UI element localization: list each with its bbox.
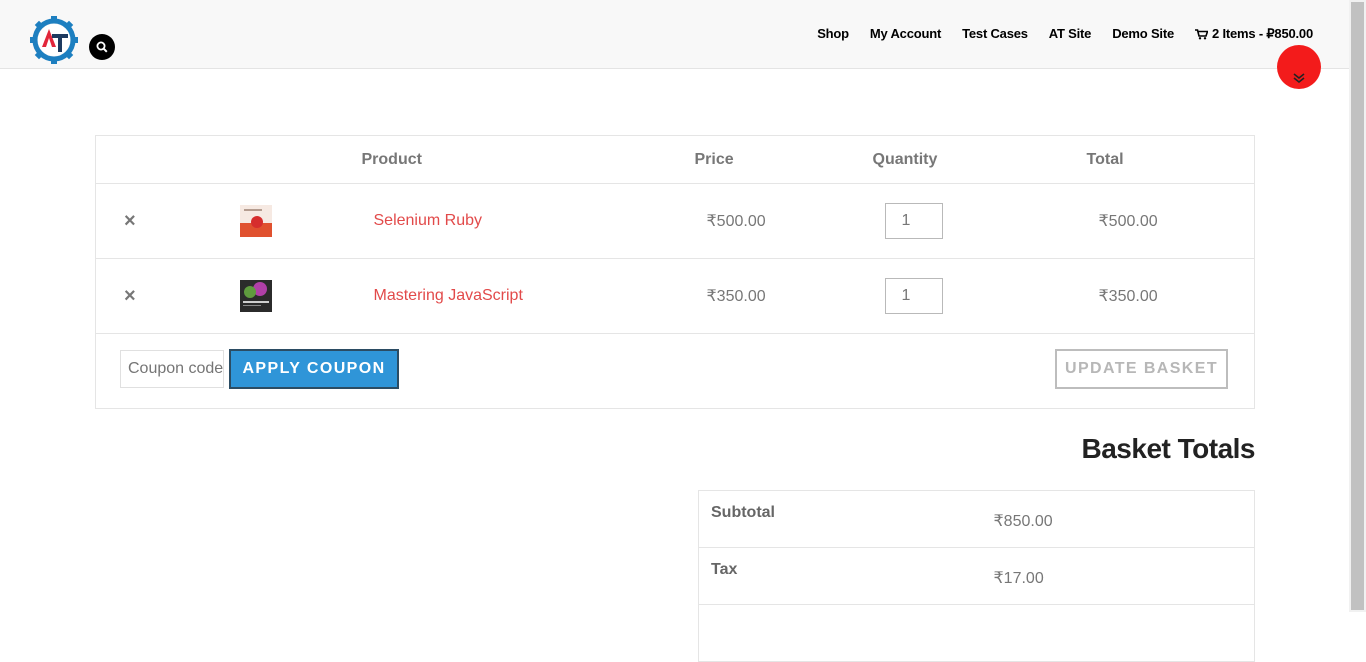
totals-row-subtotal: Subtotal ₹850.00 <box>698 490 1255 548</box>
nav-cart[interactable]: 2 Items - ₽850.00 <box>1195 26 1313 42</box>
col-product: Product <box>361 135 695 184</box>
site-logo[interactable] <box>28 14 80 66</box>
tax-label: Tax <box>698 547 994 605</box>
cart-header-row: Product Price Quantity Total <box>95 135 1255 184</box>
vertical-scrollbar[interactable] <box>1349 0 1366 612</box>
col-price: Price <box>694 135 873 184</box>
totals-row-next <box>698 604 1255 662</box>
quantity-input[interactable] <box>884 278 943 314</box>
nav-my-account[interactable]: My Account <box>870 26 941 42</box>
subtotal-label: Subtotal <box>698 490 994 548</box>
cart-summary: 2 Items - ₽850.00 <box>1212 26 1313 41</box>
basket-totals-table: Subtotal ₹850.00 Tax ₹17.00 <box>698 490 1255 662</box>
remove-item-button[interactable]: × <box>96 210 136 233</box>
col-thumbnail <box>225 135 362 184</box>
product-link[interactable]: Mastering JavaScript <box>374 287 523 304</box>
nav-shop[interactable]: Shop <box>817 26 849 42</box>
product-link[interactable]: Selenium Ruby <box>374 212 483 229</box>
update-basket-button[interactable]: UPDATE BASKET <box>1055 349 1228 389</box>
nav-demo-site[interactable]: Demo Site <box>1112 26 1174 42</box>
item-total: ₹500.00 <box>1086 183 1255 259</box>
search-icon <box>96 41 108 53</box>
nav-test-cases[interactable]: Test Cases <box>962 26 1028 42</box>
totals-row-tax: Tax ₹17.00 <box>698 547 1255 605</box>
col-total: Total <box>1086 135 1255 184</box>
site-header: Shop My Account Test Cases AT Site Demo … <box>0 0 1349 69</box>
tax-value: ₹17.00 <box>993 547 1255 605</box>
main-nav: Shop My Account Test Cases AT Site Demo … <box>817 26 1313 42</box>
double-chevron-down-icon <box>1293 73 1305 83</box>
basket-totals-title: Basket Totals <box>1081 433 1256 464</box>
coupon-code-input[interactable] <box>120 350 224 388</box>
cart-icon <box>1195 28 1208 39</box>
item-price: ₹350.00 <box>694 258 873 334</box>
scroll-down-button[interactable] <box>1277 45 1321 89</box>
subtotal-value: ₹850.00 <box>993 490 1255 548</box>
search-button[interactable] <box>89 34 115 60</box>
apply-coupon-button[interactable]: APPLY COUPON <box>229 349 399 389</box>
quantity-input[interactable] <box>884 203 943 239</box>
item-total: ₹350.00 <box>1086 258 1255 334</box>
remove-item-button[interactable]: × <box>96 285 136 308</box>
col-remove <box>95 135 226 184</box>
scrollbar-thumb[interactable] <box>1351 2 1364 610</box>
table-row: × Mastering JavaScript ₹350.00 ₹350.00 <box>95 258 1255 334</box>
col-quantity: Quantity <box>872 135 1087 184</box>
product-thumbnail[interactable] <box>239 205 272 237</box>
product-thumbnail[interactable] <box>239 280 272 312</box>
table-row: × Selenium Ruby ₹500.00 ₹500.00 <box>95 183 1255 259</box>
item-price: ₹500.00 <box>694 183 873 259</box>
nav-at-site[interactable]: AT Site <box>1049 26 1092 42</box>
